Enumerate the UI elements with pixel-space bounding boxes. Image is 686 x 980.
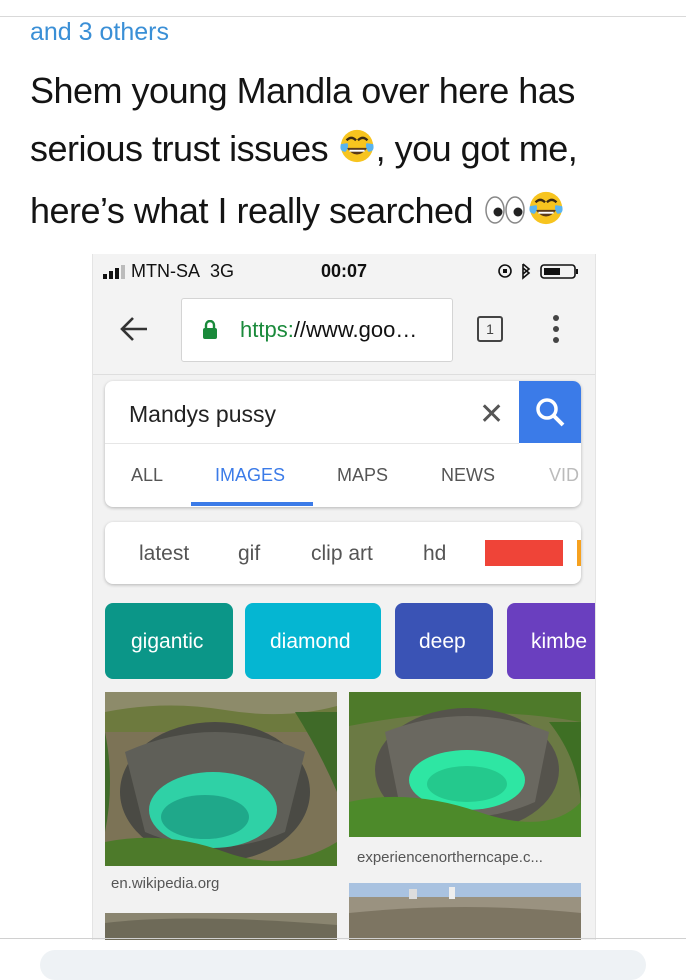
related-pill-diamond[interactable]: diamond [245, 603, 381, 679]
suggestion-chips-row: latest gif clip art hd [105, 522, 581, 584]
image-result-3[interactable] [105, 913, 337, 940]
search-button[interactable] [519, 381, 581, 443]
chip-gif[interactable]: gif [238, 542, 260, 566]
url-text: https://www.goo… [240, 317, 418, 342]
status-bar: MTN-SA 3G 00:07 [93, 254, 595, 288]
image-result-2[interactable] [349, 692, 581, 837]
tweet-line-3-text: here’s what I really searched [30, 190, 474, 231]
image-result-1[interactable] [105, 692, 337, 866]
eyes-emoji-icon [483, 186, 527, 244]
chip-color-red[interactable] [485, 540, 563, 566]
tab-videos-clipped[interactable]: VID [545, 443, 581, 507]
lock-icon [203, 320, 217, 339]
chip-hd[interactable]: hd [423, 542, 446, 566]
chip-color-orange[interactable] [577, 540, 581, 566]
related-pill-deep[interactable]: deep [395, 603, 493, 679]
tab-images[interactable]: IMAGES [215, 465, 285, 486]
overflow-menu-icon[interactable] [551, 314, 561, 344]
battery-bluetooth-icon [498, 263, 578, 280]
search-icon [536, 398, 565, 427]
tweet-line-2b-text: , you got me, [375, 128, 578, 169]
tab-videos: VID [549, 465, 580, 485]
tweet-line-3: here’s what I really searched [30, 182, 670, 244]
back-arrow-icon[interactable] [119, 316, 149, 342]
top-divider [0, 16, 686, 17]
reply-box[interactable] [40, 950, 646, 980]
reply-context-link[interactable]: and 3 others [30, 18, 169, 47]
tears-of-joy-emoji-2-icon [527, 186, 565, 244]
image-result-4[interactable] [349, 883, 581, 940]
search-card: Mandys pussy ✕ ALL IMAGES MAPS NEWS VID [105, 381, 581, 507]
image-source-1[interactable]: en.wikipedia.org [111, 875, 219, 892]
related-pill-gigantic[interactable]: gigantic [105, 603, 233, 679]
url-bar[interactable]: https://www.goo… [181, 298, 453, 362]
tab-maps[interactable]: MAPS [337, 465, 388, 486]
active-tab-indicator [191, 502, 313, 506]
tweet-text: Shem young Mandla over here has serious … [30, 62, 670, 244]
partial-photo-4 [349, 883, 581, 940]
bottom-divider [0, 938, 686, 939]
related-pill-kimberley[interactable]: kimbe [507, 603, 595, 679]
clear-query-icon[interactable]: ✕ [479, 397, 504, 432]
phone-screenshot: MTN-SA 3G 00:07 https://www.goo… 1 Mandy… [92, 254, 596, 940]
tears-of-joy-emoji-icon [338, 124, 376, 182]
chip-clip-art[interactable]: clip art [311, 542, 373, 566]
browser-toolbar: https://www.goo… 1 [93, 288, 595, 375]
tweet-line-2-text: serious trust issues [30, 128, 329, 169]
search-results-page: Mandys pussy ✕ ALL IMAGES MAPS NEWS VID … [93, 375, 595, 940]
search-type-tabs: ALL IMAGES MAPS NEWS VID [105, 443, 581, 507]
partial-photo-3 [105, 913, 337, 940]
chip-latest[interactable]: latest [139, 542, 189, 566]
tweet-line-1: Shem young Mandla over here has [30, 70, 575, 111]
big-hole-photo-1 [105, 692, 337, 866]
tab-news[interactable]: NEWS [441, 465, 495, 486]
tab-all[interactable]: ALL [131, 465, 163, 486]
tweet-line-2: serious trust issues , you got me, [30, 120, 670, 182]
big-hole-photo-2 [349, 692, 581, 837]
image-source-2[interactable]: experiencenortherncape.c... [357, 849, 543, 866]
search-input[interactable]: Mandys pussy [129, 401, 276, 428]
tab-switcher-button[interactable]: 1 [477, 316, 503, 342]
